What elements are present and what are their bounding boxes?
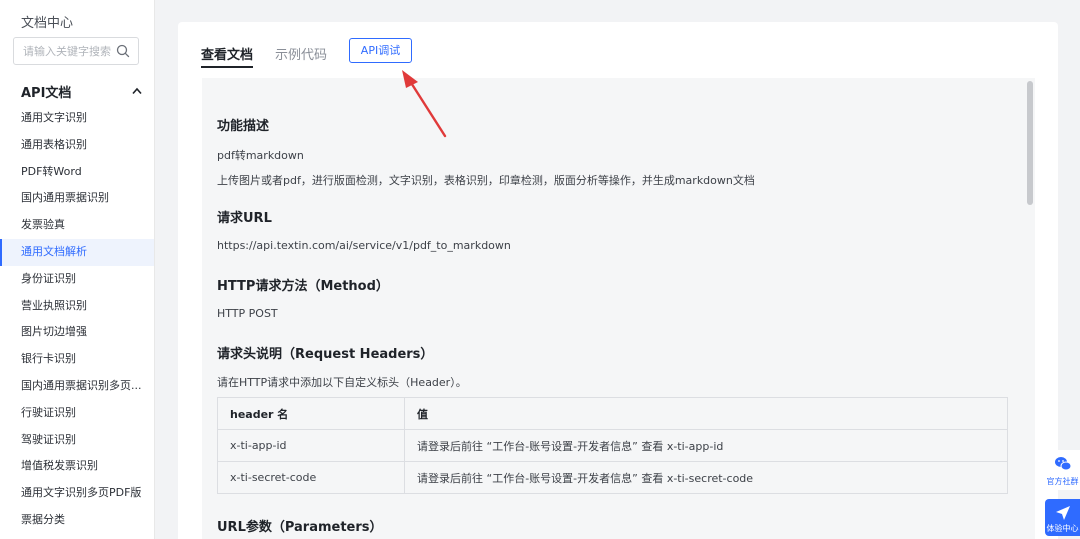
wechat-icon	[1055, 457, 1072, 471]
request-method: HTTP POST	[217, 307, 278, 320]
tab-example-code[interactable]: 示例代码	[275, 44, 327, 63]
headers-table: header 名 值 x-ti-app-id 请登录后前往 “工作台-账号设置-…	[217, 397, 1008, 494]
sidebar-item[interactable]: 图片切边增强	[0, 319, 154, 346]
sidebar-item[interactable]: 国内通用票据识别	[0, 185, 154, 212]
section-title-headers: 请求头说明（Request Headers）	[217, 347, 434, 362]
table-row: x-ti-app-id 请登录后前往 “工作台-账号设置-开发者信息” 查看 x…	[217, 429, 1008, 462]
sidebar-list: 通用文字识别 通用表格识别 PDF转Word 国内通用票据识别 发票验真 通用文…	[0, 105, 154, 534]
request-url: https://api.textin.com/ai/service/v1/pdf…	[217, 239, 511, 252]
section-title-function: 功能描述	[217, 119, 270, 134]
community-label: 官方社群	[1046, 477, 1079, 486]
function-name: pdf转markdown	[217, 149, 304, 162]
sidebar-item-active[interactable]: 通用文档解析	[0, 238, 154, 266]
sidebar-item[interactable]: 国内通用票据识别多页...	[0, 373, 154, 400]
sidebar-item[interactable]: 通用表格识别	[0, 132, 154, 159]
scrollbar-thumb[interactable]	[1027, 81, 1033, 205]
sidebar-item[interactable]: 通用文字识别	[0, 105, 154, 132]
sidebar-item[interactable]: 行驶证识别	[0, 400, 154, 427]
annotation-arrow-icon	[402, 70, 447, 138]
search-box[interactable]	[13, 37, 139, 65]
sidebar-item[interactable]: 驾驶证识别	[0, 427, 154, 454]
column-header: 值	[404, 397, 1008, 430]
sidebar-item[interactable]: 营业执照识别	[0, 293, 154, 320]
table-row: x-ti-secret-code 请登录后前往 “工作台-账号设置-开发者信息”…	[217, 461, 1008, 494]
sidebar-item[interactable]: 通用文字识别多页PDF版	[0, 480, 154, 507]
table-cell: 请登录后前往 “工作台-账号设置-开发者信息” 查看 x-ti-app-id	[404, 429, 1008, 462]
search-input[interactable]	[14, 38, 114, 64]
sidebar-group-api-docs[interactable]: API文档	[0, 79, 154, 103]
chevron-up-icon[interactable]	[131, 86, 143, 96]
tab-api-debug[interactable]: API调试	[349, 38, 412, 63]
section-title-url: 请求URL	[217, 211, 272, 226]
experience-center-button[interactable]: 体验中心	[1045, 499, 1080, 536]
sidebar-item[interactable]: 银行卡识别	[0, 346, 154, 373]
function-description: 上传图片或者pdf，进行版面检测，文字识别，表格识别，印章检测，版面分析等操作，…	[217, 174, 755, 187]
table-cell: 请登录后前往 “工作台-账号设置-开发者信息” 查看 x-ti-secret-c…	[404, 461, 1008, 494]
headers-description: 请在HTTP请求中添加以下自定义标头（Header）。	[217, 376, 467, 389]
table-cell: x-ti-secret-code	[217, 461, 405, 494]
table-cell: x-ti-app-id	[217, 429, 405, 462]
sidebar: 文档中心 API文档 通用文字识别 通用表格识别 PDF转Word 国内通用票据…	[0, 0, 155, 539]
community-button[interactable]: 官方社群	[1045, 450, 1080, 490]
experience-label: 体验中心	[1046, 524, 1079, 533]
sidebar-item[interactable]: 票据分类	[0, 507, 154, 534]
column-header: header 名	[217, 397, 405, 430]
section-title-params: URL参数（Parameters）	[217, 520, 383, 535]
sidebar-group-label: API文档	[21, 86, 72, 101]
search-icon[interactable]	[116, 44, 130, 58]
doc-panel: 功能描述 pdf转markdown 上传图片或者pdf，进行版面检测，文字识别，…	[202, 78, 1035, 539]
section-title-method: HTTP请求方法（Method）	[217, 279, 389, 294]
main-card: 查看文档 示例代码 API调试 功能描述 pdf转markdown 上传图片或者…	[178, 22, 1058, 539]
sidebar-title: 文档中心	[21, 16, 74, 31]
table-header-row: header 名 值	[217, 397, 1008, 430]
send-icon	[1056, 506, 1070, 520]
sidebar-item[interactable]: 增值税发票识别	[0, 453, 154, 480]
sidebar-item[interactable]: 身份证识别	[0, 266, 154, 293]
tab-view-docs[interactable]: 查看文档	[201, 44, 254, 68]
sidebar-item[interactable]: PDF转Word	[0, 159, 154, 186]
sidebar-item[interactable]: 发票验真	[0, 212, 154, 239]
